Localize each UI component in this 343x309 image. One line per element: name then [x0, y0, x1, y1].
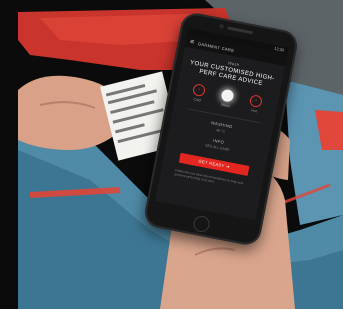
wash-option-cold[interactable]: ◦ Cold	[183, 82, 214, 105]
option-label: Cold	[193, 97, 202, 103]
app-title: GARMENT CARE	[197, 40, 235, 53]
wash-hot-icon: ◦	[248, 94, 263, 109]
app-screen: 12:30 ≡ GARMENT CARE Wash YOUR CUSTOMISE…	[155, 27, 289, 221]
wash-cold-icon: ◦	[191, 83, 207, 98]
care-advice-card: Wash YOUR CUSTOMISED HIGH-PERF CARE ADVI…	[166, 53, 278, 192]
wash-option-hot[interactable]: ◦ Hot	[240, 93, 271, 116]
home-button[interactable]	[192, 214, 211, 234]
wash-option-warm[interactable]: Warm	[211, 87, 242, 110]
option-label: Hot	[250, 108, 258, 114]
front-camera	[219, 23, 224, 29]
speaker-grille	[227, 26, 254, 35]
menu-icon[interactable]: ≡	[189, 38, 194, 46]
wash-warm-icon	[220, 88, 235, 103]
photo-scene: 12:30 ≡ GARMENT CARE Wash YOUR CUSTOMISE…	[0, 0, 343, 309]
option-label: Warm	[220, 102, 231, 109]
